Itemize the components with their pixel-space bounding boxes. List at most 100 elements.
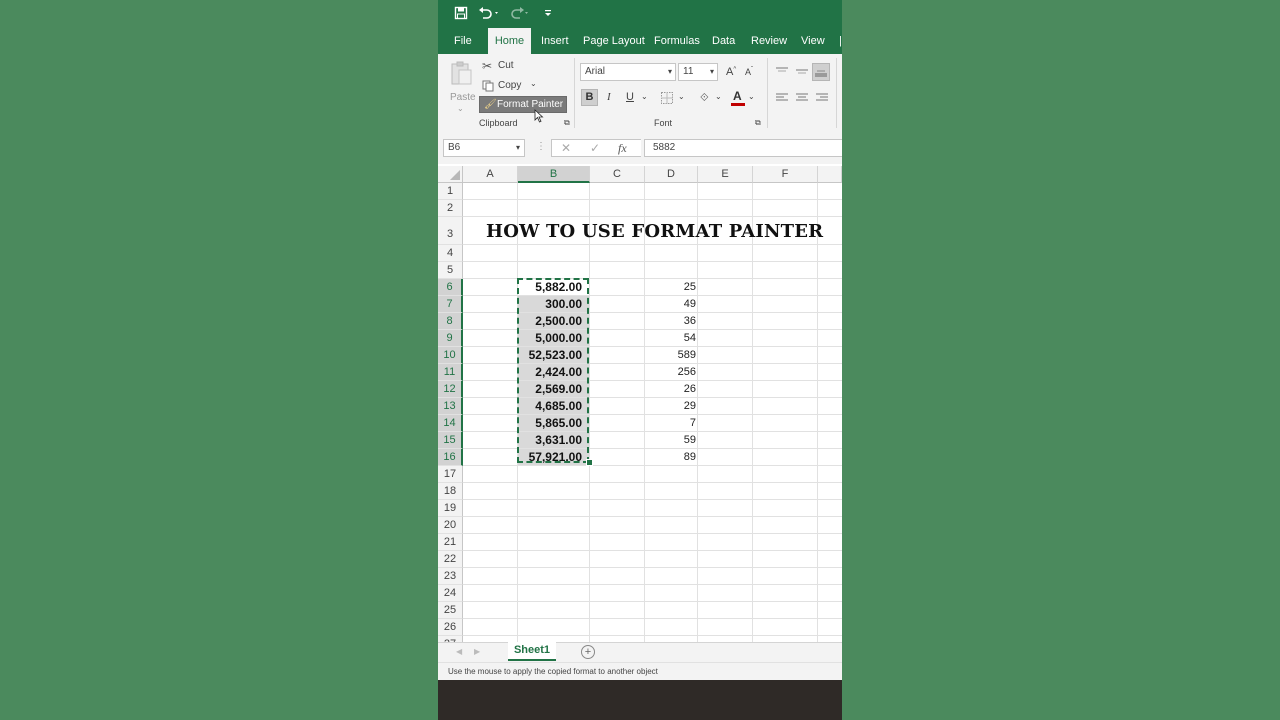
- more-options-icon[interactable]: ⋮: [536, 141, 546, 152]
- row-header[interactable]: 5: [438, 262, 463, 279]
- cell-d[interactable]: 89: [644, 449, 696, 465]
- row-header[interactable]: 26: [438, 619, 463, 636]
- cell-d[interactable]: 36: [644, 313, 696, 329]
- cell-d[interactable]: 29: [644, 398, 696, 414]
- align-middle-icon[interactable]: [796, 67, 808, 77]
- fill-handle[interactable]: [586, 459, 593, 466]
- font-name-dropdown[interactable]: Arial ▾: [580, 63, 676, 81]
- dialog-launcher-icon[interactable]: ⧉: [564, 118, 570, 128]
- paste-button[interactable]: Paste ⌄: [448, 58, 476, 114]
- column-header[interactable]: C: [590, 166, 645, 183]
- row-header[interactable]: 2: [438, 200, 463, 217]
- sheet-tab-sheet1[interactable]: Sheet1: [508, 642, 556, 661]
- row-gridline: [463, 199, 842, 200]
- row-header[interactable]: 7: [438, 296, 463, 313]
- row-header[interactable]: 22: [438, 551, 463, 568]
- row-header[interactable]: 18: [438, 483, 463, 500]
- row-header[interactable]: 21: [438, 534, 463, 551]
- cell-d[interactable]: 7: [644, 415, 696, 431]
- font-color-button[interactable]: A: [731, 89, 745, 107]
- chevron-down-icon[interactable]: ⌄: [715, 92, 722, 101]
- copy-button[interactable]: Copy ⌄: [482, 78, 540, 94]
- tab-formulas[interactable]: Formulas: [654, 28, 700, 54]
- decrease-font-size-icon[interactable]: Aˇ: [745, 67, 753, 77]
- formula-input[interactable]: 5882: [644, 139, 842, 157]
- align-left-icon[interactable]: [776, 93, 788, 103]
- scroll-left-icon[interactable]: ◀: [456, 647, 462, 656]
- bold-button[interactable]: B: [581, 89, 598, 106]
- column-header[interactable]: B: [518, 166, 590, 183]
- row-header[interactable]: 14: [438, 415, 463, 432]
- undo-icon[interactable]: [478, 6, 500, 22]
- cell-d[interactable]: 54: [644, 330, 696, 346]
- title-bar: [438, 0, 842, 28]
- sheet-title: HOW TO USE FORMAT PAINTER: [486, 221, 824, 242]
- row-header[interactable]: 19: [438, 500, 463, 517]
- tab-home[interactable]: Home: [488, 28, 531, 54]
- cell-d[interactable]: 256: [644, 364, 696, 380]
- row-header[interactable]: 15: [438, 432, 463, 449]
- cut-button[interactable]: ✂ Cut: [482, 58, 526, 74]
- chevron-down-icon[interactable]: ⌄: [641, 92, 648, 101]
- increase-font-size-icon[interactable]: A^: [726, 66, 736, 78]
- row-header[interactable]: 24: [438, 585, 463, 602]
- column-header[interactable]: E: [698, 166, 753, 183]
- column-header[interactable]: D: [645, 166, 698, 183]
- scissors-icon: ✂: [482, 59, 493, 73]
- row-header[interactable]: 1: [438, 183, 463, 200]
- customize-qat-icon[interactable]: [544, 6, 552, 22]
- insert-function-button[interactable]: fx: [618, 140, 627, 156]
- font-size-dropdown[interactable]: 11 ▾: [678, 63, 718, 81]
- scroll-right-icon[interactable]: ▶: [474, 647, 480, 656]
- cancel-formula-icon[interactable]: ✕: [561, 140, 571, 156]
- name-box[interactable]: B6 ▾: [443, 139, 525, 157]
- tab-file[interactable]: File: [454, 28, 472, 54]
- align-right-icon[interactable]: [816, 93, 828, 103]
- dialog-launcher-icon[interactable]: ⧉: [755, 118, 761, 128]
- cell-d[interactable]: 25: [644, 279, 696, 295]
- row-header[interactable]: 23: [438, 568, 463, 585]
- chevron-down-icon[interactable]: ⌄: [678, 92, 685, 101]
- chevron-down-icon[interactable]: ⌄: [748, 92, 755, 101]
- underline-button[interactable]: U: [626, 91, 634, 103]
- row-header[interactable]: 12: [438, 381, 463, 398]
- row-header[interactable]: 16: [438, 449, 463, 466]
- row-header[interactable]: 8: [438, 313, 463, 330]
- row-header[interactable]: 6: [438, 279, 463, 296]
- cell-d[interactable]: 26: [644, 381, 696, 397]
- cell-d[interactable]: 59: [644, 432, 696, 448]
- cell-d[interactable]: 589: [644, 347, 696, 363]
- format-painter-button[interactable]: 🖌 Format Painter: [479, 96, 567, 113]
- row-header[interactable]: 3: [438, 217, 463, 245]
- tab-insert[interactable]: Insert: [541, 28, 569, 54]
- row-header[interactable]: 20: [438, 517, 463, 534]
- italic-button[interactable]: I: [607, 91, 611, 103]
- align-center-icon[interactable]: [796, 93, 808, 103]
- row-header[interactable]: 9: [438, 330, 463, 347]
- column-header[interactable]: A: [463, 166, 518, 183]
- column-header[interactable]: F: [753, 166, 818, 183]
- fill-color-icon[interactable]: ⟐: [700, 91, 709, 105]
- row-header[interactable]: 4: [438, 245, 463, 262]
- tab-page-layout[interactable]: Page Layout: [583, 28, 645, 54]
- row-header[interactable]: 10: [438, 347, 463, 364]
- align-top-icon[interactable]: [776, 67, 788, 77]
- tab-data[interactable]: Data: [712, 28, 735, 54]
- row-header[interactable]: 17: [438, 466, 463, 483]
- row-gridline: [463, 584, 842, 585]
- tab-view[interactable]: View: [801, 28, 825, 54]
- row-header[interactable]: 11: [438, 364, 463, 381]
- borders-icon[interactable]: [661, 92, 673, 104]
- redo-icon[interactable]: [508, 6, 530, 22]
- worksheet-grid[interactable]: A B C D E F 1 2 3 4 5 6 7 8 9 10 11 12 13 14 15 16 17 18 1…: [438, 166, 842, 653]
- select-all-corner[interactable]: [438, 166, 463, 183]
- save-icon[interactable]: [454, 6, 468, 22]
- row-header[interactable]: 13: [438, 398, 463, 415]
- tab-review[interactable]: Review: [751, 28, 787, 54]
- row-header[interactable]: 25: [438, 602, 463, 619]
- enter-formula-icon[interactable]: ✓: [590, 140, 600, 156]
- column-header[interactable]: [818, 166, 842, 183]
- align-bottom-button[interactable]: [812, 63, 830, 81]
- new-sheet-icon[interactable]: +: [581, 645, 595, 659]
- cell-d[interactable]: 49: [644, 296, 696, 312]
